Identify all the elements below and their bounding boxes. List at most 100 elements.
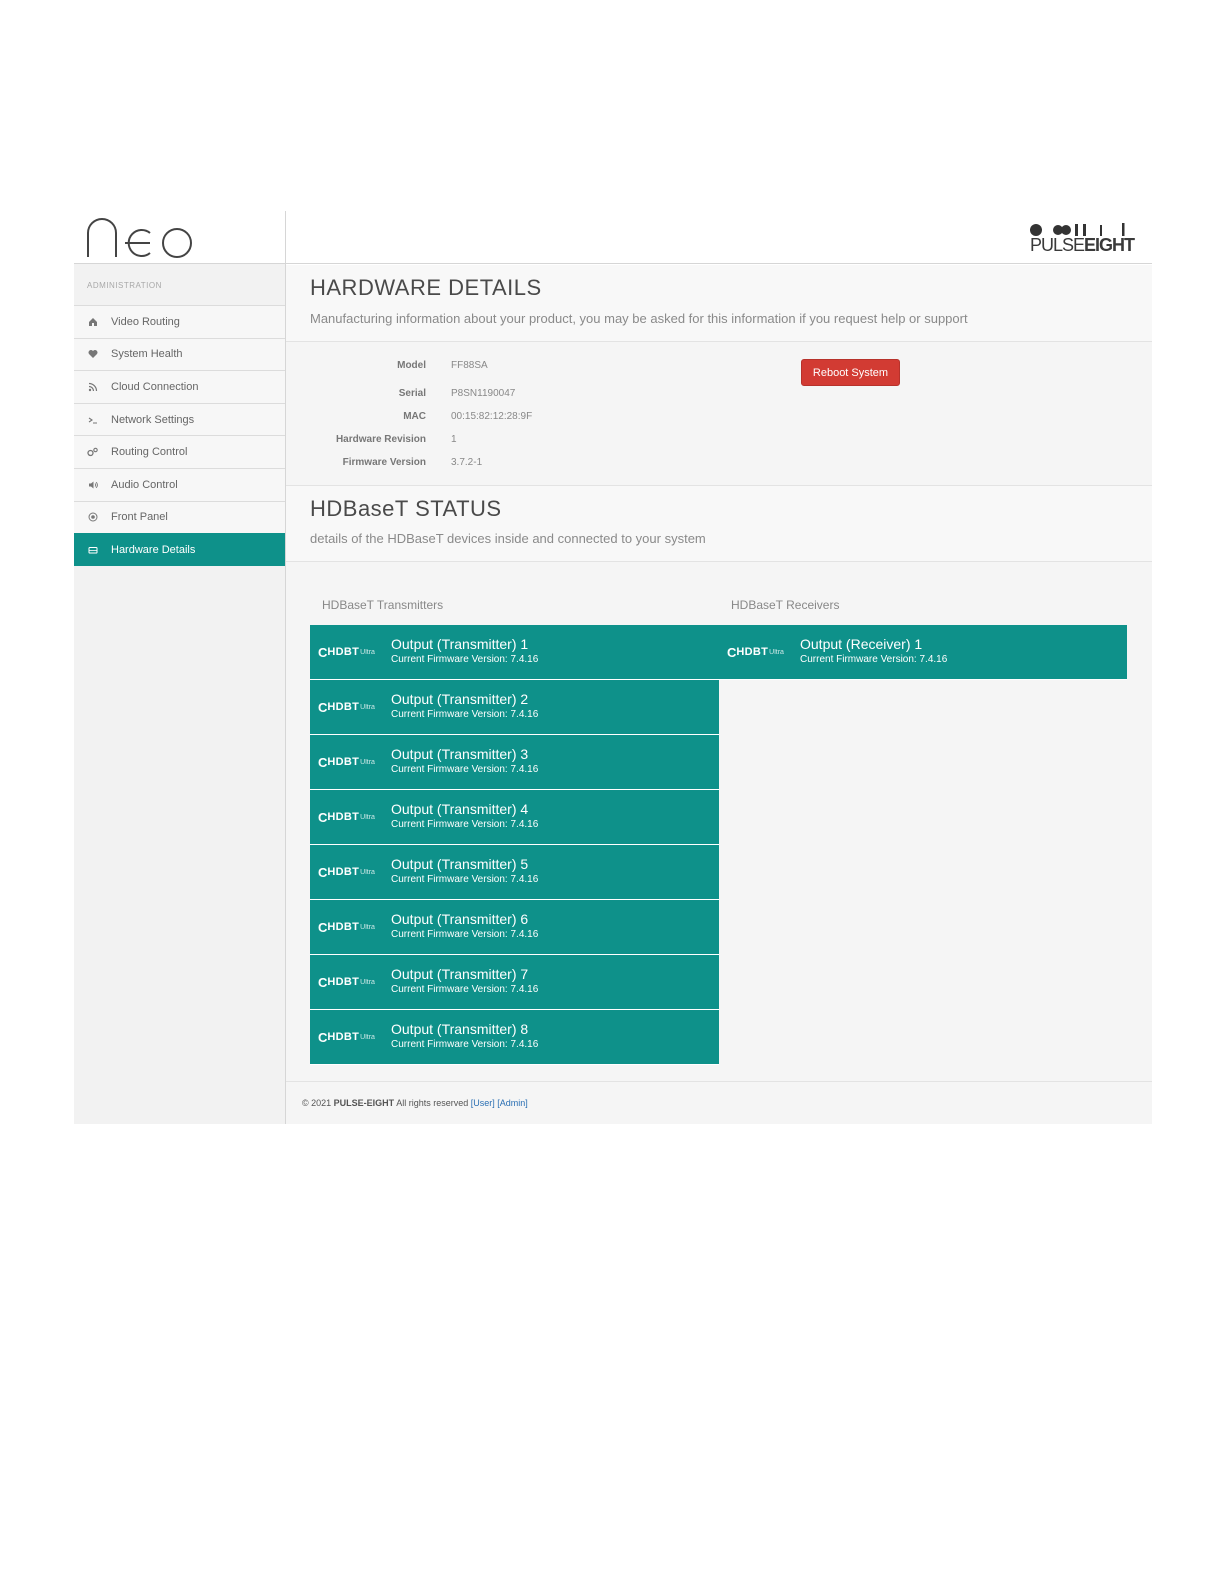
hdbt-logo-ultra: Ultra [360, 978, 375, 986]
sidebar-item-system-health[interactable]: System Health [74, 337, 285, 371]
hdbt-logo-text: HDBT [736, 646, 769, 658]
reboot-system-button[interactable]: Reboot System [801, 359, 900, 386]
sidebar-item-label: Cloud Connection [111, 380, 199, 393]
detail-label: Firmware Version [342, 457, 426, 468]
transmitters-title: HDBaseT Transmitters [322, 598, 444, 612]
app-window: ADMINISTRATION Video Routing System Heal… [74, 211, 1152, 1124]
detail-value: FF88SA [451, 360, 488, 371]
brand-part2: EIGHT [1084, 235, 1135, 255]
sidebar-item-cloud-connection[interactable]: Cloud Connection [74, 370, 285, 403]
pulse-eight-logo[interactable]: PULSEEIGHT [1030, 223, 1135, 255]
hdd-icon [87, 544, 98, 555]
hdbaset-header: HDBaseT STATUS details of the HDBaseT de… [286, 486, 1152, 562]
receiver-name: Output (Receiver) 1 [800, 636, 923, 652]
transmitter-firmware: Current Firmware Version: 7.4.16 [391, 654, 539, 665]
top-bar: PULSEEIGHT [286, 211, 1152, 264]
brand-text: PULSEEIGHT [1030, 235, 1135, 256]
hdbt-logo-ultra: Ultra [360, 1033, 375, 1041]
hdbt-ultra-logo: C HDBT Ultra [318, 919, 375, 935]
hdbt-ultra-logo: C HDBT Ultra [318, 644, 375, 660]
hdbt-logo-text: HDBT [327, 701, 360, 713]
hdbt-logo-ultra: Ultra [360, 868, 375, 876]
hdbt-ultra-logo: C HDBT Ultra [318, 864, 375, 880]
hdbt-ultra-logo: C HDBT Ultra [318, 699, 375, 715]
hdbt-ultra-logo: C HDBT Ultra [318, 754, 375, 770]
transmitter-tile-3[interactable]: C HDBT Ultra Output (Transmitter) 3 Curren… [310, 735, 719, 790]
sidebar-item-video-routing[interactable]: Video Routing [74, 305, 285, 338]
hdbt-logo-c: C [318, 644, 328, 660]
hdbt-logo-c: C [318, 919, 328, 935]
sidebar-item-front-panel[interactable]: Front Panel [74, 500, 285, 534]
sidebar-item-network-settings[interactable]: Network Settings [74, 402, 285, 436]
sidebar-item-label: Routing Control [111, 446, 188, 459]
sidebar-item-label: Hardware Details [111, 543, 196, 556]
transmitter-name: Output (Transmitter) 3 [391, 746, 529, 762]
hdbaset-panel: HDBaseT Transmitters HDBaseT Receivers C… [286, 562, 1152, 1082]
hdbaset-subtitle: details of the HDBaseT devices inside an… [310, 531, 706, 546]
sidebar-nav: Video Routing System Health Cloud Connec… [74, 305, 285, 566]
transmitter-firmware: Current Firmware Version: 7.4.16 [391, 764, 539, 775]
sidebar-item-routing-control[interactable]: Routing Control [74, 435, 285, 468]
transmitter-firmware: Current Firmware Version: 7.4.16 [391, 819, 539, 830]
hardware-header: HARDWARE DETAILS Manufacturing informati… [286, 265, 1152, 342]
home-icon [87, 316, 98, 327]
hdbt-logo-c: C [318, 974, 328, 990]
detail-label: Hardware Revision [335, 434, 426, 445]
sidebar-item-audio-control[interactable]: Audio Control [74, 467, 285, 501]
hdbt-logo-ultra: Ultra [360, 703, 375, 711]
sidebar: ADMINISTRATION Video Routing System Heal… [74, 211, 286, 1124]
transmitter-tile-4[interactable]: C HDBT Ultra Output (Transmitter) 4 Curren… [310, 790, 719, 845]
hdbt-logo-c: C [318, 809, 328, 825]
detail-row-serial: Serial P8SN1190047 [286, 388, 686, 402]
terminal-icon [87, 414, 98, 425]
detail-label: MAC [403, 411, 426, 422]
receivers-title: HDBaseT Receivers [731, 598, 840, 612]
sidebar-item-label: Audio Control [111, 478, 178, 491]
transmitter-tile-6[interactable]: C HDBT Ultra Output (Transmitter) 6 Curren… [310, 900, 719, 955]
hdbt-ultra-logo: C HDBT Ultra [727, 644, 784, 660]
transmitter-tile-8[interactable]: C HDBT Ultra Output (Transmitter) 8 Curren… [310, 1010, 719, 1065]
transmitter-tile-2[interactable]: C HDBT Ultra Output (Transmitter) 2 Curren… [310, 680, 719, 735]
footer-company: PULSE-EIGHT [333, 1098, 395, 1108]
transmitter-firmware: Current Firmware Version: 7.4.16 [391, 984, 539, 995]
sidebar-item-hardware-details[interactable]: Hardware Details [74, 533, 285, 566]
transmitter-name: Output (Transmitter) 2 [391, 691, 529, 707]
neo-logo[interactable] [86, 217, 196, 259]
detail-row-model: Model FF88SA [286, 360, 686, 374]
footer: © 2021 PULSE-EIGHT All rights reserved [… [302, 1098, 528, 1108]
transmitter-firmware: Current Firmware Version: 7.4.16 [391, 929, 539, 940]
admin-section-label: ADMINISTRATION [87, 281, 162, 290]
hdbt-logo-c: C [318, 699, 328, 715]
hdbt-logo-ultra: Ultra [360, 758, 375, 766]
detail-value: P8SN1190047 [451, 388, 516, 399]
transmitter-name: Output (Transmitter) 5 [391, 856, 529, 872]
footer-user-link[interactable]: [User] [471, 1098, 495, 1108]
sidebar-item-label: Network Settings [111, 413, 195, 426]
main-content: HARDWARE DETAILS Manufacturing informati… [286, 265, 1152, 1124]
hdbt-logo-c: C [318, 754, 328, 770]
receiver-firmware: Current Firmware Version: 7.4.16 [800, 654, 948, 665]
transmitter-tile-1[interactable]: C HDBT Ultra Output (Transmitter) 1 Curren… [310, 625, 719, 680]
gears-icon [87, 447, 98, 458]
hdbt-logo-c: C [727, 644, 737, 660]
hdbt-ultra-logo: C HDBT Ultra [318, 1029, 375, 1045]
detail-label: Serial [398, 388, 426, 399]
sidebar-item-label: System Health [111, 348, 183, 361]
transmitter-tile-7[interactable]: C HDBT Ultra Output (Transmitter) 7 Curren… [310, 955, 719, 1010]
sidebar-item-label: Video Routing [111, 315, 180, 328]
brand-part1: PULSE [1030, 235, 1085, 255]
hdbt-logo-text: HDBT [327, 866, 360, 878]
detail-row-firmware-version: Firmware Version 3.7.2-1 [286, 457, 686, 471]
transmitter-name: Output (Transmitter) 1 [391, 636, 529, 652]
footer-admin-link[interactable]: [Admin] [497, 1098, 528, 1108]
hdbt-logo-text: HDBT [327, 811, 360, 823]
receiver-tile-1[interactable]: C HDBT Ultra Output (Receiver) 1 Current F… [719, 625, 1127, 680]
detail-value: 3.7.2-1 [451, 457, 483, 468]
detail-value: 00:15:82:12:28:9F [451, 411, 533, 422]
target-icon [87, 512, 98, 523]
transmitter-tile-5[interactable]: C HDBT Ultra Output (Transmitter) 5 Curren… [310, 845, 719, 900]
hdbt-logo-text: HDBT [327, 1031, 360, 1043]
hdbt-ultra-logo: C HDBT Ultra [318, 974, 375, 990]
transmitter-firmware: Current Firmware Version: 7.4.16 [391, 1039, 539, 1050]
transmitter-firmware: Current Firmware Version: 7.4.16 [391, 709, 539, 720]
